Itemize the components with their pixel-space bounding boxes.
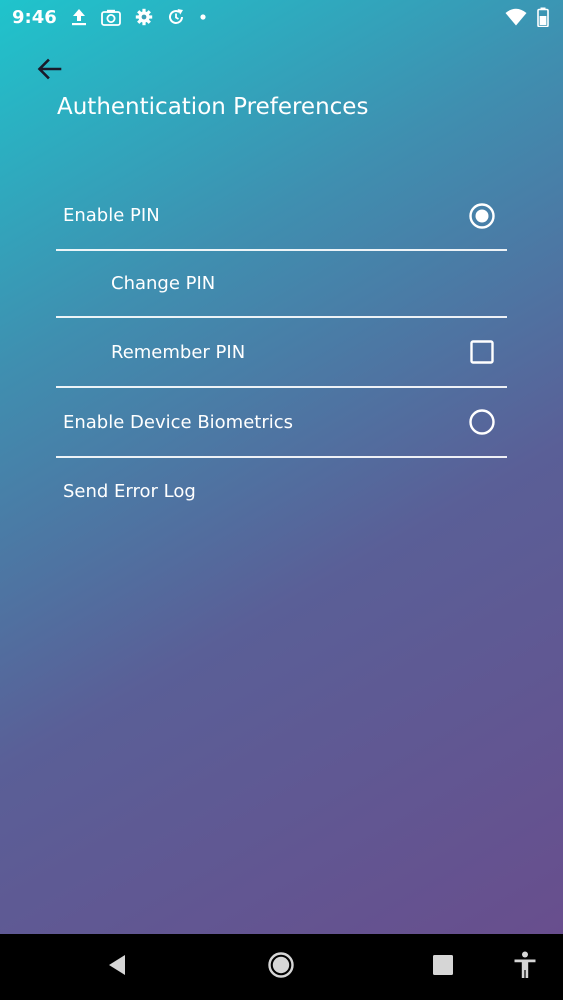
upload-icon (71, 8, 87, 26)
back-button[interactable] (34, 58, 64, 84)
page-title: Authentication Preferences (57, 94, 369, 120)
camera-icon (100, 9, 121, 26)
recents-square-icon (432, 954, 454, 980)
nav-home-button[interactable] (264, 951, 298, 983)
sync-icon (167, 8, 185, 26)
dot-icon (199, 13, 207, 21)
enable-pin-row[interactable]: Enable PIN (56, 182, 507, 249)
wifi-icon (505, 8, 527, 26)
status-time: 9:46 (12, 6, 57, 28)
status-bar: 9:46 (0, 0, 563, 34)
accessibility-icon (513, 951, 537, 983)
send-error-log-row[interactable]: Send Error Log (56, 458, 507, 524)
status-right (505, 7, 563, 27)
enable-pin-label: Enable PIN (63, 205, 160, 226)
status-left: 9:46 (0, 7, 207, 28)
send-error-log-label: Send Error Log (63, 480, 196, 502)
home-circle-icon (267, 951, 295, 983)
gear-icon (135, 8, 153, 26)
change-pin-row[interactable]: Change PIN (56, 251, 507, 316)
nav-back-button[interactable] (100, 953, 134, 981)
arrow-left-icon (36, 58, 62, 84)
change-pin-label: Change PIN (111, 273, 216, 294)
battery-icon (537, 7, 549, 27)
enable-biometrics-label: Enable Device Biometrics (63, 411, 294, 433)
remember-pin-row[interactable]: Remember PIN (56, 318, 507, 386)
nav-bar (0, 934, 563, 1000)
enable-biometrics-row[interactable]: Enable Device Biometrics (56, 388, 507, 456)
back-triangle-icon (106, 953, 128, 981)
nav-recents-button[interactable] (426, 951, 460, 983)
enable-biometrics-radio[interactable] (467, 407, 497, 437)
settings-list: Enable PIN Change PIN Remember PIN Enabl… (56, 182, 507, 524)
enable-pin-radio[interactable] (467, 201, 497, 231)
nav-accessibility-button[interactable] (510, 951, 540, 983)
remember-pin-checkbox[interactable] (467, 337, 497, 367)
remember-pin-label: Remember PIN (111, 341, 246, 363)
